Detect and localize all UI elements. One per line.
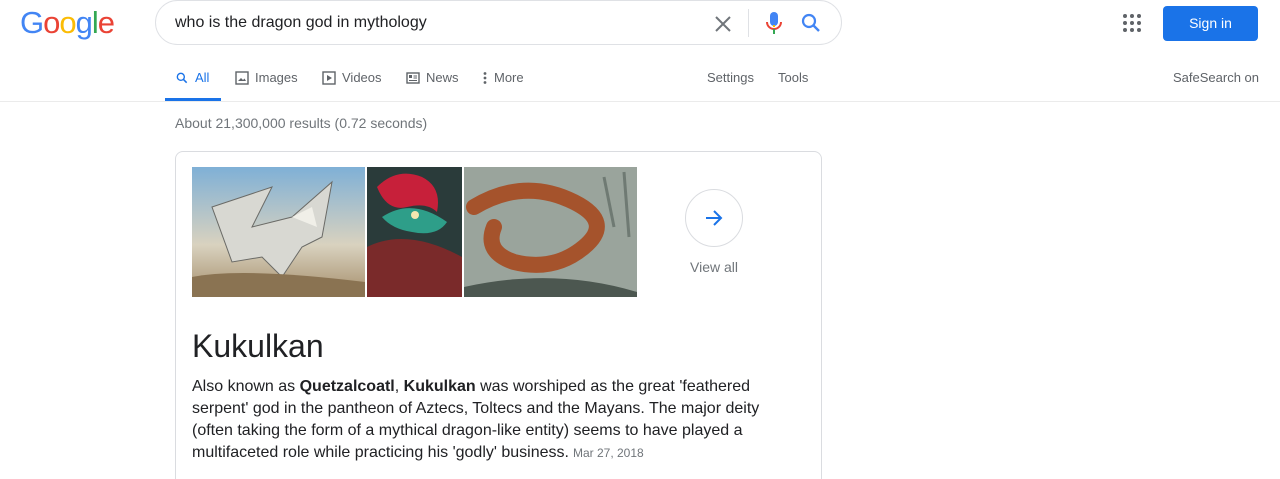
dragon-image-serpent	[464, 167, 637, 297]
sign-in-button[interactable]: Sign in	[1163, 6, 1258, 41]
search-button[interactable]	[799, 11, 823, 35]
google-logo[interactable]: Google	[20, 5, 115, 41]
search-box	[155, 0, 842, 45]
tab-more[interactable]: More	[482, 70, 524, 85]
desc-bold: Kukulkan	[403, 378, 476, 395]
search-tabs: All Images Videos News More Settings Too…	[0, 56, 1280, 102]
logo-letter: e	[97, 5, 115, 40]
close-icon	[715, 16, 731, 32]
search-icon	[176, 72, 188, 83]
knowledge-panel: View all Kukulkan Also known as Quetzalc…	[175, 151, 822, 479]
settings-link[interactable]: Settings	[707, 70, 754, 85]
tab-label: Images	[255, 70, 298, 85]
video-icon	[322, 70, 336, 85]
tab-label: News	[426, 70, 459, 85]
dragon-image-white	[192, 167, 365, 297]
desc-text: ,	[394, 378, 404, 395]
tab-label: More	[494, 70, 524, 85]
logo-letter: g	[75, 5, 93, 40]
view-all-label[interactable]: View all	[666, 259, 762, 275]
more-vert-icon	[483, 71, 487, 84]
news-icon	[406, 71, 420, 84]
tab-all[interactable]: All	[175, 70, 209, 85]
search-input[interactable]	[175, 14, 695, 32]
snippet-date: Mar 27, 2018	[572, 446, 644, 460]
search-divider	[748, 9, 749, 37]
logo-letter: o	[59, 5, 76, 40]
dragon-image-1[interactable]	[192, 167, 365, 297]
mic-icon	[766, 12, 782, 34]
desc-text: Also known as	[192, 378, 300, 395]
dragon-image-3[interactable]	[464, 167, 637, 297]
dragon-image-feathered	[367, 167, 462, 297]
logo-letter: o	[43, 5, 60, 40]
voice-search-button[interactable]	[762, 10, 786, 36]
image-icon	[235, 70, 249, 85]
result-stats: About 21,300,000 results (0.72 seconds)	[175, 115, 428, 131]
safesearch-link[interactable]: SafeSearch on	[1173, 70, 1259, 85]
google-apps-button[interactable]	[1121, 12, 1143, 34]
knowledge-panel-description: Also known as Quetzalcoatl, Kukulkan was…	[192, 376, 802, 464]
logo-letter: G	[20, 5, 44, 40]
dragon-image-2[interactable]	[367, 167, 462, 297]
apps-grid-icon	[1123, 14, 1141, 32]
tools-link[interactable]: Tools	[778, 70, 808, 85]
tab-news[interactable]: News	[406, 70, 459, 85]
tab-images[interactable]: Images	[235, 70, 298, 85]
arrow-right-icon	[706, 210, 723, 226]
tab-label: Videos	[342, 70, 382, 85]
desc-bold: Quetzalcoatl	[299, 378, 395, 395]
clear-search-button[interactable]	[710, 11, 736, 37]
search-icon	[801, 13, 820, 32]
active-tab-indicator	[165, 98, 221, 101]
tab-videos[interactable]: Videos	[322, 70, 382, 85]
knowledge-panel-title: Kukulkan	[192, 328, 324, 364]
tab-label: All	[195, 70, 210, 85]
view-all-button[interactable]	[685, 189, 743, 247]
